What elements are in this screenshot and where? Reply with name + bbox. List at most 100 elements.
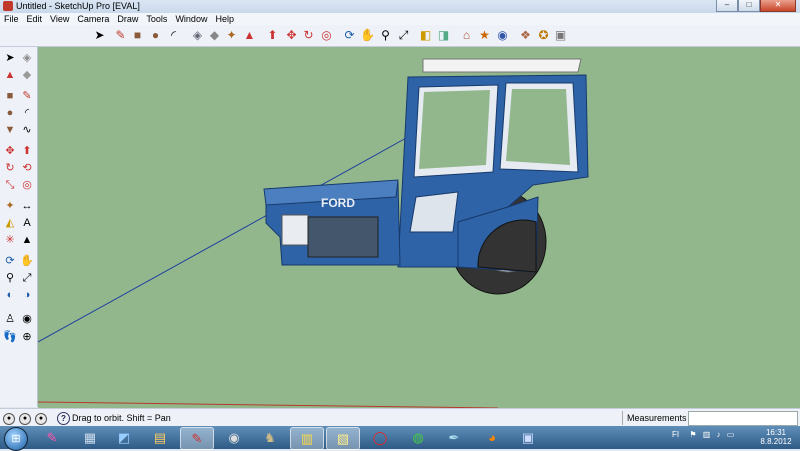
position-camera-icon[interactable]: ♙ [3,312,17,326]
system-tray: FI ⚑ ▥ ♪ ▭ [672,430,734,439]
freehand-icon[interactable]: ∿ [20,123,34,137]
make-component-icon[interactable]: ◈ [20,51,34,65]
rectangle-tool-icon[interactable]: ■ [130,28,145,43]
push-pull-icon[interactable]: ⬆ [265,28,280,43]
section-plane-icon[interactable]: ⊕ [20,330,34,344]
push-pull-icon[interactable]: ⬆ [20,144,34,158]
taskbar-sketchup-icon[interactable]: ✎ [180,427,214,450]
paint-bucket-icon[interactable]: ▲ [3,68,17,82]
tape-measure-icon[interactable]: ✦ [3,199,17,213]
tray-battery-icon[interactable]: ▭ [727,430,735,439]
drawing-viewport[interactable]: FORD [38,47,800,408]
menu-camera[interactable]: Camera [73,13,113,25]
scale-icon[interactable]: ⤡ [3,178,17,192]
start-button[interactable]: ⊞ [4,427,28,451]
next-view-icon[interactable]: ◨ [436,28,451,43]
circle-icon[interactable]: ● [3,106,17,120]
taskbar-tractor-icon[interactable]: ◉ [218,427,250,448]
taskbar-calculator-icon[interactable]: ▦ [74,427,106,448]
engine-block [307,216,379,258]
select-icon[interactable]: ➤ [3,51,17,65]
previous-icon[interactable]: ◐ [3,288,17,302]
pencil-tool-icon[interactable]: ✎ [113,28,128,43]
pan-icon[interactable]: ✋ [360,28,375,43]
minimize-button[interactable]: – [716,0,738,12]
walk-icon[interactable]: 👣 [3,330,17,344]
offset-icon[interactable]: ◎ [319,28,334,43]
polygon-icon[interactable]: ▼ [3,123,17,137]
share-model-icon[interactable]: ★ [477,28,492,43]
menu-draw[interactable]: Draw [113,13,142,25]
credits-icon[interactable]: ● [19,413,31,425]
taskbar-paint-icon[interactable]: ✎ [36,427,68,448]
zoom-window-icon[interactable]: ⤢ [20,271,34,285]
move-icon[interactable]: ✥ [284,28,299,43]
tray-volume-icon[interactable]: ♪ [717,430,721,439]
look-around-icon[interactable]: ◉ [20,312,34,326]
taskbar-monitor-icon[interactable]: ▣ [512,427,544,448]
menu-tools[interactable]: Tools [142,13,171,25]
measurements-input[interactable] [688,411,798,426]
clock[interactable]: 16:31 8.8.2012 [756,428,796,446]
zoom-icon[interactable]: ⚲ [3,271,17,285]
menu-edit[interactable]: Edit [23,13,47,25]
maximize-button[interactable]: □ [738,0,760,12]
arc-icon[interactable]: ◜ [20,106,34,120]
zoom-extents-icon[interactable]: ⤢ [396,28,411,43]
tape-measure-icon[interactable]: ✦ [224,28,239,43]
text-icon[interactable]: A [20,216,34,230]
offset-icon[interactable]: ◎ [20,178,34,192]
circle-tool-icon[interactable]: ● [148,28,163,43]
make-component-icon[interactable]: ◈ [190,28,205,43]
components-icon[interactable]: ❖ [518,28,533,43]
3d-text-icon[interactable]: ▲ [20,233,34,247]
taskbar-blender-icon[interactable]: ◕ [476,427,508,448]
rotate-icon[interactable]: ↻ [3,161,17,175]
taskbar-explorer-icon[interactable]: ▥ [290,427,324,450]
protractor-icon[interactable]: ◭ [3,216,17,230]
taskbar-opera-icon[interactable]: ◯ [364,427,396,448]
extension-warehouse-icon[interactable]: ✪ [536,28,551,43]
close-button[interactable]: ✕ [760,0,796,12]
pan-icon[interactable]: ✋ [20,254,34,268]
google-earth-icon[interactable]: ◉ [495,28,510,43]
tray-flag-icon[interactable]: ⚑ [689,430,696,439]
zoom-icon[interactable]: ⚲ [378,28,393,43]
taskbar: ⊞ ✎ ▦ ◩ ▤ ✎ ◉ ♞ ▥ ▧ ◯ ◍ ✒ ◕ ▣ FI ⚑ ▥ ♪ ▭… [0,426,800,451]
menu-window[interactable]: Window [171,13,211,25]
previous-view-icon[interactable]: ◧ [418,28,433,43]
orbit-icon[interactable]: ⟳ [342,28,357,43]
ford-logo: FORD [321,196,355,210]
user-icon[interactable]: ● [35,413,47,425]
zoom-extents-icon[interactable]: ◑ [20,288,34,302]
axes-icon[interactable]: ✳ [3,233,17,247]
rotate-icon[interactable]: ↻ [301,28,316,43]
language-indicator[interactable]: FI [672,430,679,439]
taskbar-drive-icon[interactable]: ◩ [108,427,140,448]
arc-tool-icon[interactable]: ◜ [166,28,181,43]
follow-me-icon[interactable]: ⟲ [20,161,34,175]
orbit-icon[interactable]: ⟳ [3,254,17,268]
select-tool-icon[interactable]: ➤ [92,28,107,43]
eraser-icon[interactable]: ◆ [20,68,34,82]
line-icon[interactable]: ✎ [20,89,34,103]
warehouse-icon[interactable]: ⌂ [459,28,474,43]
clock-time: 16:31 [765,428,787,437]
taskbar-files-icon[interactable]: ▧ [326,427,360,450]
menu-file[interactable]: File [0,13,23,25]
taskbar-game-icon[interactable]: ♞ [254,427,286,448]
dimension-icon[interactable]: ↔ [20,199,34,213]
taskbar-app-icon[interactable]: ◍ [402,427,434,448]
menu-help[interactable]: Help [211,13,238,25]
eraser-icon[interactable]: ◆ [207,28,222,43]
help-icon[interactable]: ? [57,412,70,425]
paint-bucket-icon[interactable]: ▲ [242,28,257,43]
move-icon[interactable]: ✥ [3,144,17,158]
tray-network-icon[interactable]: ▥ [703,430,711,439]
taskbar-folder-icon[interactable]: ▤ [144,427,176,448]
layout-icon[interactable]: ▣ [553,28,568,43]
rectangle-icon[interactable]: ■ [3,89,17,103]
taskbar-pen-icon[interactable]: ✒ [438,427,470,448]
menu-view[interactable]: View [46,13,73,25]
geo-location-icon[interactable]: ● [3,413,15,425]
